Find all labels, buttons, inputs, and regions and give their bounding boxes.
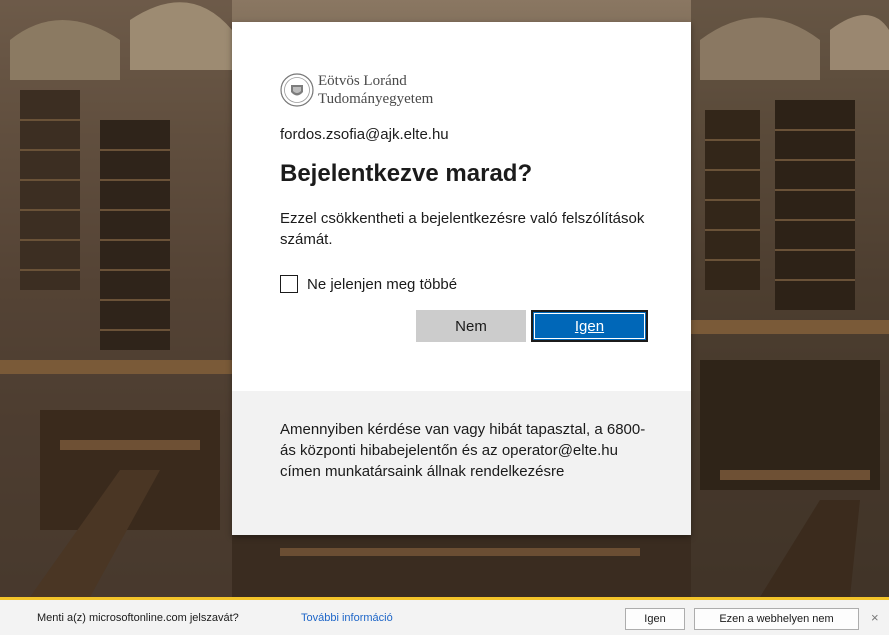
university-seal-icon [280, 73, 314, 107]
dialog-title: Bejelentkezve marad? [280, 160, 533, 187]
org-name: Eötvös Loránd Tudományegyetem [318, 72, 433, 108]
more-info-link[interactable]: További információ [301, 612, 393, 624]
dont-show-again-checkbox[interactable] [280, 275, 298, 293]
no-button[interactable]: Nem [416, 310, 526, 342]
dialog-footer: Amennyiben kérdése van vagy hibát tapasz… [232, 391, 691, 535]
yes-button[interactable]: Igen [531, 310, 648, 342]
org-logo: Eötvös Loránd Tudományegyetem [280, 70, 433, 110]
save-password-yes-button[interactable]: Igen [625, 608, 685, 630]
dont-show-again-label[interactable]: Ne jelenjen meg többé [307, 276, 457, 293]
dont-show-again-row[interactable]: Ne jelenjen meg többé [280, 275, 457, 293]
account-email: fordos.zsofia@ajk.elte.hu [280, 126, 449, 143]
save-password-bar: Menti a(z) microsoftonline.com jelszavát… [0, 597, 889, 635]
save-password-message: Menti a(z) microsoftonline.com jelszavát… [37, 612, 239, 624]
support-info-text: Amennyiben kérdése van vagy hibát tapasz… [280, 421, 646, 480]
dialog-description: Ezzel csökkentheti a bejelentkezésre val… [280, 210, 645, 248]
close-icon[interactable]: × [871, 610, 879, 625]
org-name-line2: Tudományegyetem [318, 91, 434, 107]
org-name-line1: Eötvös Loránd [318, 73, 407, 89]
never-for-this-site-button[interactable]: Ezen a webhelyen nem [694, 608, 859, 630]
sign-in-dialog: Eötvös Loránd Tudományegyetem fordos.zso… [232, 22, 691, 535]
